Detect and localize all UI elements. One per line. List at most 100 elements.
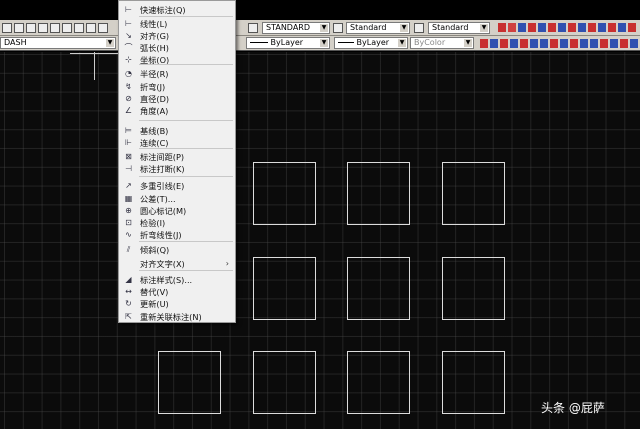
menu-item[interactable]: ↯ 折弯(J) — [119, 81, 235, 93]
toolbar-button[interactable] — [62, 23, 72, 33]
dimension-toolbar-icon[interactable] — [568, 23, 576, 32]
menu-item[interactable]: ◢ 标注样式(S)... — [119, 274, 235, 286]
menu-item[interactable]: ⌒ 弧长(H) — [119, 42, 235, 54]
menu-item[interactable]: ∿ 折弯线性(J) — [119, 229, 235, 241]
modify-toolbar-icon[interactable] — [500, 39, 508, 48]
modify-toolbar-icon[interactable] — [490, 39, 498, 48]
linetype-select[interactable]: ByLayer ▼ — [246, 37, 330, 49]
modify-toolbar-icon[interactable] — [540, 39, 548, 48]
table-style-select[interactable]: Standard ▼ — [428, 22, 490, 34]
drawn-square[interactable] — [253, 351, 316, 414]
menu-item[interactable]: ▦ 公差(T)... — [119, 193, 235, 205]
modify-toolbar-icon[interactable] — [560, 39, 568, 48]
modify-toolbar-icon[interactable] — [590, 39, 598, 48]
drawn-square[interactable] — [253, 257, 316, 320]
angular-icon: ∠ — [124, 106, 133, 115]
dimension-toolbar-icon[interactable] — [628, 23, 636, 32]
menu-item[interactable]: 对齐文字(X) › — [119, 258, 235, 270]
toolbar-button[interactable] — [50, 23, 60, 33]
toolbar-button[interactable] — [14, 23, 24, 33]
modify-toolbar-icon[interactable] — [620, 39, 628, 48]
plot-color-select[interactable]: ByColor ▼ — [410, 37, 474, 49]
dimension-toolbar-icon[interactable] — [558, 23, 566, 32]
chevron-down-icon: ▼ — [400, 24, 408, 32]
menu-item-label: 半径(R) — [140, 69, 169, 79]
drawn-square[interactable] — [253, 162, 316, 225]
modify-toolbar-icon[interactable] — [550, 39, 558, 48]
menu-item[interactable]: ∠ 角度(A) — [119, 105, 235, 117]
menu-item[interactable]: ⊢ 快速标注(Q) — [119, 4, 235, 16]
menu-item-label: 更新(U) — [140, 299, 169, 309]
table-style-icon[interactable] — [414, 23, 424, 33]
chevron-down-icon: ▼ — [320, 24, 328, 32]
dimension-toolbar-icon[interactable] — [498, 23, 506, 32]
dimension-toolbar-icon[interactable] — [518, 23, 526, 32]
drawn-square[interactable] — [442, 162, 505, 225]
drawn-square[interactable] — [347, 351, 410, 414]
lineweight-select[interactable]: ByLayer ▼ — [334, 37, 408, 49]
menu-item[interactable]: ↗ 多重引线(E) — [119, 180, 235, 192]
drawn-square[interactable] — [347, 257, 410, 320]
menu-item-label: 重新关联标注(N) — [140, 312, 202, 322]
drawn-square[interactable] — [442, 351, 505, 414]
toolbar-button[interactable] — [98, 23, 108, 33]
menu-item[interactable]: ⊨ 基线(B) — [119, 125, 235, 137]
modify-toolbar-icon[interactable] — [600, 39, 608, 48]
modify-toolbar-icon[interactable] — [630, 39, 638, 48]
dimension-toolbar-icon[interactable] — [508, 23, 516, 32]
menu-item[interactable]: ⊡ 检验(I) — [119, 217, 235, 229]
text-style-icon[interactable] — [248, 23, 258, 33]
modify-toolbar-icon[interactable] — [610, 39, 618, 48]
menu-separator — [139, 176, 233, 177]
modify-toolbar-icon[interactable] — [480, 39, 488, 48]
dimension-toolbar-icon[interactable] — [528, 23, 536, 32]
table-style-value: Standard — [432, 23, 469, 32]
dimension-toolbar-icon[interactable] — [578, 23, 586, 32]
text-style-value: STANDARD — [266, 23, 311, 32]
toolbar-button[interactable] — [74, 23, 84, 33]
ordinate-icon: ⊹ — [125, 55, 132, 64]
menu-item[interactable]: ⫽ 倾斜(Q) — [119, 244, 235, 256]
dim-break-icon: ⊣ — [125, 164, 132, 173]
drawn-square[interactable] — [158, 351, 221, 414]
toolbar-button[interactable] — [2, 23, 12, 33]
menu-item[interactable]: ⊕ 圆心标记(M) — [119, 205, 235, 217]
drawn-square[interactable] — [347, 162, 410, 225]
menu-item[interactable]: ⇱ 重新关联标注(N) — [119, 311, 235, 323]
menu-item[interactable]: ⊘ 直径(D) — [119, 93, 235, 105]
dim-style-icon[interactable] — [333, 23, 343, 33]
toolbar-button[interactable] — [26, 23, 36, 33]
menu-item[interactable]: ↔ 替代(V) — [119, 286, 235, 298]
modify-toolbar-icon[interactable] — [530, 39, 538, 48]
dimension-toolbar-icon[interactable] — [618, 23, 626, 32]
toolbar-button[interactable] — [86, 23, 96, 33]
drawn-square[interactable] — [442, 257, 505, 320]
modify-toolbar-icon[interactable] — [570, 39, 578, 48]
layer-linetype-select[interactable]: DASH ▼ — [0, 37, 116, 49]
menu-item[interactable]: ⊣ 标注打断(K) — [119, 163, 235, 175]
chevron-down-icon: ▼ — [320, 39, 328, 47]
menu-item[interactable]: ⊢ 线性(L) — [119, 18, 235, 30]
drawing-canvas[interactable] — [0, 52, 640, 429]
toolbar-button[interactable] — [38, 23, 48, 33]
menu-item[interactable]: ↻ 更新(U) — [119, 298, 235, 310]
menu-item[interactable]: ◔ 半径(R) — [119, 68, 235, 80]
menu-item[interactable]: ↘ 对齐(G) — [119, 30, 235, 42]
dimension-toolbar-icon[interactable] — [598, 23, 606, 32]
dim-style-select[interactable]: Standard ▼ — [346, 22, 410, 34]
modify-toolbar-icon[interactable] — [580, 39, 588, 48]
dimension-toolbar-icon[interactable] — [548, 23, 556, 32]
standard-toolbar: STANDARD ▼ Standard ▼ Standard ▼ — [0, 20, 640, 36]
jogged-icon: ↯ — [125, 82, 132, 91]
dim-style-icon: ◢ — [125, 275, 132, 284]
menu-item-label: 折弯线性(J) — [140, 230, 182, 240]
modify-toolbar-icon[interactable] — [520, 39, 528, 48]
dimension-toolbar-icon[interactable] — [588, 23, 596, 32]
menu-item[interactable]: ⊠ 标注间距(P) — [119, 151, 235, 163]
dimension-toolbar-icon[interactable] — [608, 23, 616, 32]
chevron-down-icon: ▼ — [480, 24, 488, 32]
modify-toolbar-icon[interactable] — [510, 39, 518, 48]
text-style-select[interactable]: STANDARD ▼ — [262, 22, 330, 34]
menu-item-label: 替代(V) — [140, 287, 169, 297]
dimension-toolbar-icon[interactable] — [538, 23, 546, 32]
